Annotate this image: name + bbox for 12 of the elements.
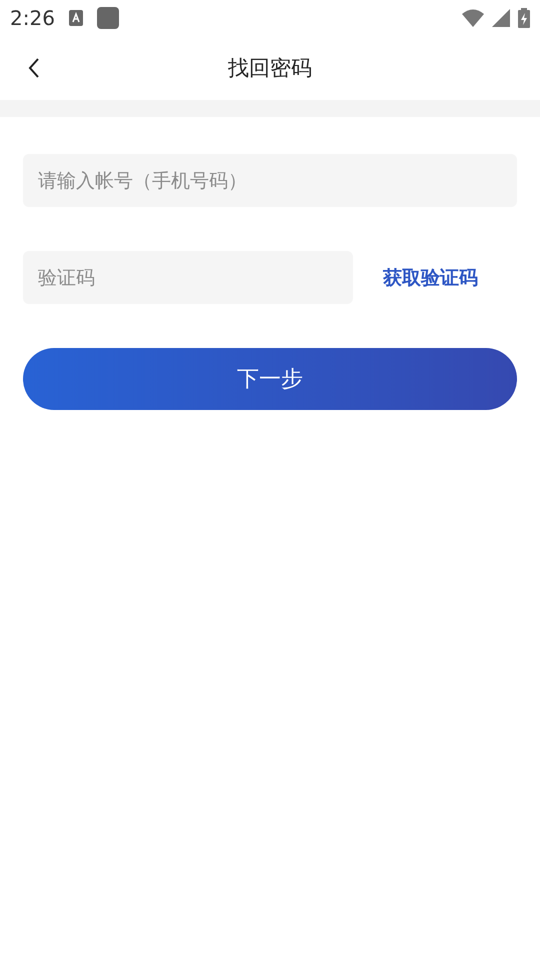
- wifi-icon: [462, 9, 484, 27]
- code-field[interactable]: 验证码: [23, 251, 353, 304]
- battery-icon: [518, 8, 530, 28]
- get-code-link[interactable]: 获取验证码: [383, 264, 517, 290]
- notification-icon: [68, 10, 83, 26]
- signal-icon: [492, 9, 510, 27]
- account-field[interactable]: 请输入帐号（手机号码）: [23, 154, 517, 207]
- back-icon[interactable]: [27, 57, 41, 79]
- page-title: 找回密码: [228, 55, 312, 82]
- next-button[interactable]: 下一步: [23, 348, 517, 410]
- status-time: 2:26: [10, 6, 55, 30]
- app-icon: [96, 7, 119, 29]
